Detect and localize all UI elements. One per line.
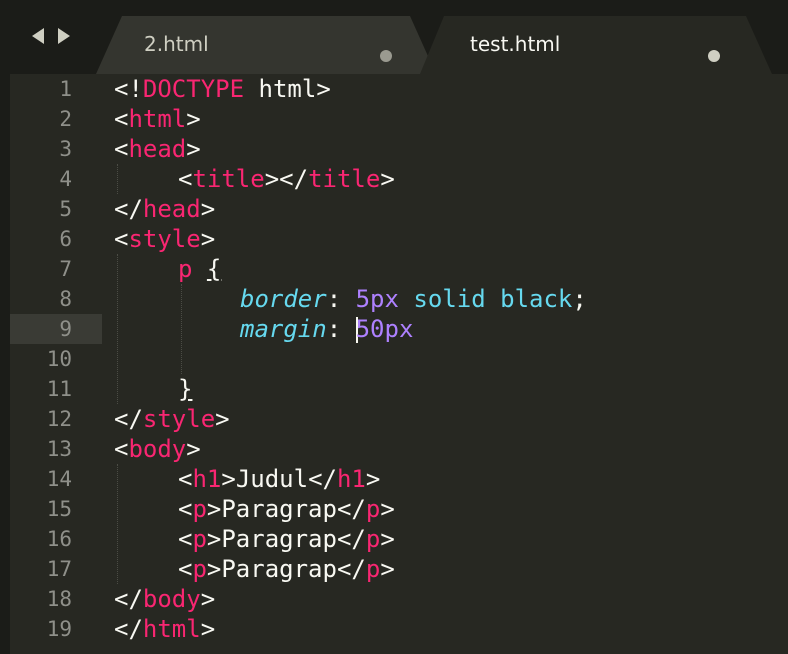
line-number: 2 (59, 107, 72, 131)
code-line-12: </style> (114, 405, 230, 433)
unsaved-dot-icon[interactable] (708, 50, 720, 62)
line-number: 6 (59, 227, 72, 251)
code-line-11: } (178, 375, 193, 403)
tab-navigation (30, 26, 72, 46)
tab-2-html[interactable]: 2.html (96, 14, 436, 74)
line-number: 8 (59, 287, 72, 311)
line-number: 13 (46, 437, 72, 461)
code-line-15: <p>Paragrap</p> (178, 495, 395, 523)
line-number: 14 (46, 467, 72, 491)
code-line-9: margin: 50px (240, 315, 414, 343)
code-line-3: <head> (114, 135, 201, 163)
tab-label: 2.html (144, 32, 209, 56)
tab-bar: 2.html test.html (0, 0, 788, 74)
line-number: 18 (46, 587, 72, 611)
code-line-4: <title></title> (178, 165, 395, 193)
line-number: 17 (46, 557, 72, 581)
code-editor[interactable]: 1 2 3 4 5 6 7 8 9 10 11 12 13 14 15 16 1… (0, 74, 788, 654)
code-line-6: <style> (114, 225, 216, 253)
line-number: 11 (46, 377, 72, 401)
line-number: 7 (59, 257, 72, 281)
line-number: 16 (46, 527, 72, 551)
code-line-18: </body> (114, 585, 216, 613)
line-number: 12 (46, 407, 72, 431)
line-number: 19 (46, 617, 72, 641)
arrow-right-icon[interactable] (56, 26, 72, 46)
tab-test-html[interactable]: test.html (420, 14, 788, 74)
code-line-16: <p>Paragrap</p> (178, 525, 395, 553)
editor-left-edge (0, 74, 10, 654)
arrow-left-icon[interactable] (30, 26, 46, 46)
line-number: 10 (46, 347, 72, 371)
code-line-1: <!DOCTYPE html> (114, 75, 331, 103)
code-line-7: p { (178, 255, 222, 283)
code-line-8: border: 5px solid black; (240, 285, 587, 313)
code-line-5: </head> (114, 195, 216, 223)
code-line-13: <body> (114, 435, 201, 463)
line-number: 5 (59, 197, 72, 221)
tab-label: test.html (470, 32, 561, 56)
unsaved-dot-icon[interactable] (380, 50, 392, 62)
code-line-19: </html> (114, 615, 216, 643)
code-line-17: <p>Paragrap</p> (178, 555, 395, 583)
indent-guide (117, 464, 118, 584)
indent-guide (181, 284, 182, 374)
indent-guide (117, 254, 118, 404)
code-line-2: <html> (114, 105, 201, 133)
line-number: 1 (59, 77, 72, 101)
code-line-14: <h1>Judul</h1> (178, 465, 381, 493)
line-number: 3 (59, 137, 72, 161)
current-line-highlight (10, 314, 102, 344)
line-number: 15 (46, 497, 72, 521)
indent-guide (117, 164, 118, 194)
line-number: 9 (59, 317, 72, 341)
line-number: 4 (59, 167, 72, 191)
